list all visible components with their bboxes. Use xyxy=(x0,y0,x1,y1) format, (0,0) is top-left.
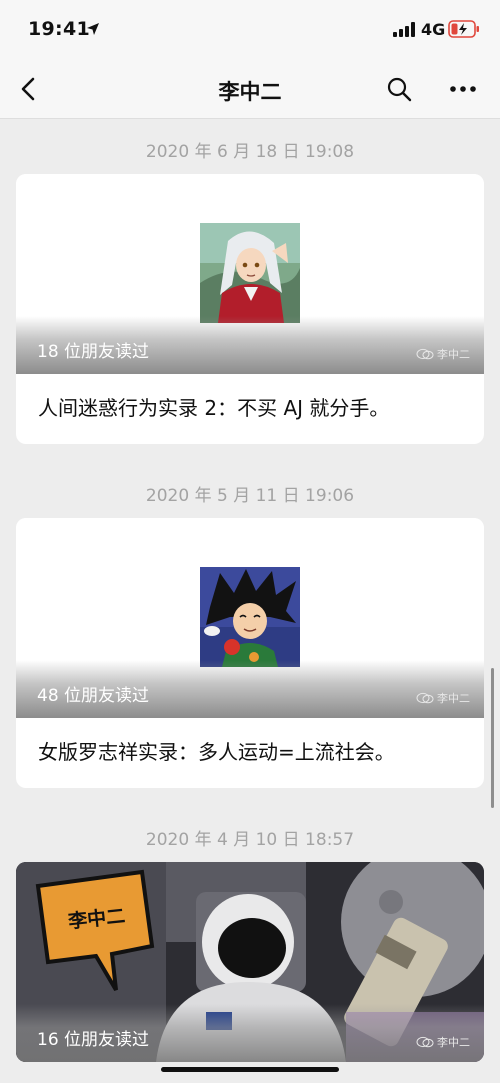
article-card[interactable]: 48 位朋友读过 李中二 女版罗志祥实录：多人运动=上流社会。 xyxy=(16,518,484,788)
article-card[interactable]: 李中二 16 位朋友读过 李中二 xyxy=(16,862,484,1062)
battery-icon xyxy=(448,20,479,38)
article-date: 2020 年 5 月 11 日 19:06 xyxy=(145,486,355,506)
wechat-watermark-icon xyxy=(416,692,434,704)
article-card[interactable]: 18 位朋友读过 李中二 人间迷惑行为实录 2：不买 AJ 就分手。 xyxy=(16,174,484,444)
watermark: 李中二 xyxy=(416,690,470,706)
wechat-watermark-icon xyxy=(416,1036,434,1048)
watermark: 李中二 xyxy=(416,346,470,362)
article-cover: 李中二 16 位朋友读过 李中二 xyxy=(16,862,484,1062)
read-count: 48 位朋友读过 xyxy=(37,686,150,706)
article-date: 2020 年 6 月 18 日 19:08 xyxy=(145,142,355,162)
wechat-watermark-icon xyxy=(416,348,434,360)
read-count: 18 位朋友读过 xyxy=(37,342,150,362)
search-icon[interactable] xyxy=(386,76,412,102)
article-title[interactable]: 人间迷惑行为实录 2：不买 AJ 就分手。 xyxy=(16,374,484,444)
goku-thumbnail xyxy=(200,567,300,667)
article-title[interactable]: 女版罗志祥实录：多人运动=上流社会。 xyxy=(16,718,484,788)
watermark-text: 李中二 xyxy=(437,348,470,361)
home-indicator[interactable] xyxy=(161,1067,339,1072)
watermark: 李中二 xyxy=(416,1034,470,1050)
article-cover: 18 位朋友读过 李中二 xyxy=(16,174,484,374)
status-bar: 19:41 4G xyxy=(0,0,500,60)
watermark-text: 李中二 xyxy=(437,692,470,705)
location-arrow-icon xyxy=(87,23,99,35)
article-cover: 48 位朋友读过 李中二 xyxy=(16,518,484,718)
read-count: 16 位朋友读过 xyxy=(37,1030,150,1050)
inuyasha-thumbnail xyxy=(200,223,300,323)
more-icon[interactable] xyxy=(448,76,478,102)
watermark-text: 李中二 xyxy=(437,1036,470,1049)
scroll-indicator[interactable] xyxy=(491,668,494,808)
page-title: 李中二 xyxy=(218,80,282,104)
status-time: 19:41 xyxy=(28,18,90,40)
article-date: 2020 年 4 月 10 日 18:57 xyxy=(145,830,355,850)
network-type: 4G xyxy=(421,20,446,39)
signal-icon xyxy=(393,22,415,37)
nav-bar: 李中二 xyxy=(0,60,500,119)
